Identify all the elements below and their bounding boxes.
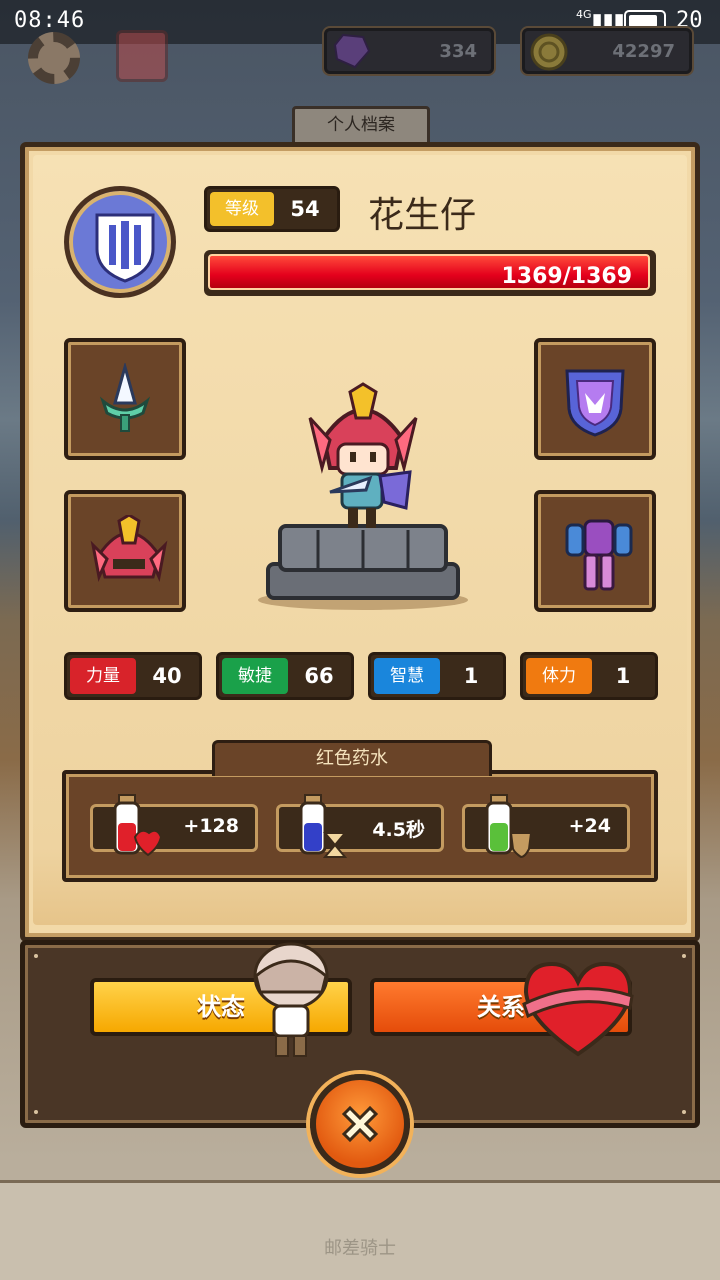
level-value: 54 bbox=[290, 197, 320, 221]
gold-count: 42297 bbox=[612, 41, 675, 62]
potion-effect-defense: +24 bbox=[462, 794, 630, 859]
level-label: 等级 bbox=[210, 192, 274, 226]
blue-potion-hourglass-icon bbox=[299, 794, 348, 858]
dagger-icon bbox=[99, 363, 151, 432]
potion-effect-value: 4.5秒 bbox=[372, 819, 425, 841]
npc-girl-character bbox=[253, 942, 329, 1057]
gold-counter: 42297 bbox=[522, 28, 692, 74]
hp-bar: 1369/1369 bbox=[204, 250, 656, 296]
heart-ribbon-icon bbox=[522, 961, 634, 1057]
armor-icon bbox=[565, 519, 633, 591]
potion-effect-duration: 4.5秒 bbox=[276, 794, 444, 858]
hp-bar-fill: 1369/1369 bbox=[208, 254, 650, 290]
gold-coin-icon bbox=[530, 33, 568, 71]
stat-value: 1 bbox=[615, 664, 631, 688]
red-potion-heart-icon bbox=[113, 794, 163, 857]
clock: 08:46 bbox=[14, 8, 86, 33]
hero-character bbox=[308, 382, 418, 528]
footer-title: 邮差骑士 bbox=[324, 1238, 396, 1259]
level-badge: 等级 54 bbox=[204, 186, 340, 232]
stat-value: 40 bbox=[152, 664, 182, 688]
hp-value: 1369/1369 bbox=[501, 264, 633, 289]
stat-value: 1 bbox=[463, 664, 479, 688]
settings-gear-icon[interactable] bbox=[28, 32, 80, 84]
stat-value: 66 bbox=[304, 664, 334, 688]
shield-icon bbox=[565, 369, 625, 437]
potion-effect-heal: +128 bbox=[90, 794, 258, 857]
stat-agility: 敏捷 66 bbox=[216, 652, 354, 700]
stat-label: 敏捷 bbox=[222, 658, 288, 694]
stat-label: 智慧 bbox=[374, 658, 440, 694]
equipment-slot-armor[interactable] bbox=[534, 490, 656, 612]
stat-stamina: 体力 1 bbox=[520, 652, 658, 700]
stat-label: 体力 bbox=[526, 658, 592, 694]
close-icon bbox=[341, 1105, 379, 1143]
guild-emblem[interactable] bbox=[64, 186, 176, 298]
gem-counter: 334 bbox=[324, 28, 494, 74]
stat-wisdom: 智慧 1 bbox=[368, 652, 506, 700]
gem-icon bbox=[333, 33, 371, 69]
player-name: 花生仔 bbox=[368, 195, 477, 236]
equipment-slot-weapon[interactable] bbox=[64, 338, 186, 460]
potion-effect-value: +128 bbox=[183, 815, 239, 837]
equipment-slot-helmet[interactable] bbox=[64, 490, 186, 612]
background-floor bbox=[0, 1180, 720, 1280]
close-button[interactable] bbox=[310, 1074, 410, 1174]
shield-crest-icon bbox=[95, 213, 155, 283]
stat-label: 力量 bbox=[70, 658, 136, 694]
equipment-slot-shield[interactable] bbox=[534, 338, 656, 460]
stat-strength: 力量 40 bbox=[64, 652, 202, 700]
potion-title: 红色药水 bbox=[212, 740, 492, 776]
profile-tab: 个人档案 bbox=[292, 106, 430, 146]
potion-effect-value: +24 bbox=[568, 815, 611, 837]
gift-icon[interactable] bbox=[116, 30, 168, 82]
green-potion-shield-icon bbox=[485, 794, 533, 859]
gem-count: 334 bbox=[439, 41, 477, 62]
network-type: 4G bbox=[576, 8, 592, 21]
helmet-icon bbox=[90, 515, 168, 583]
stone-pedestal bbox=[258, 524, 468, 610]
